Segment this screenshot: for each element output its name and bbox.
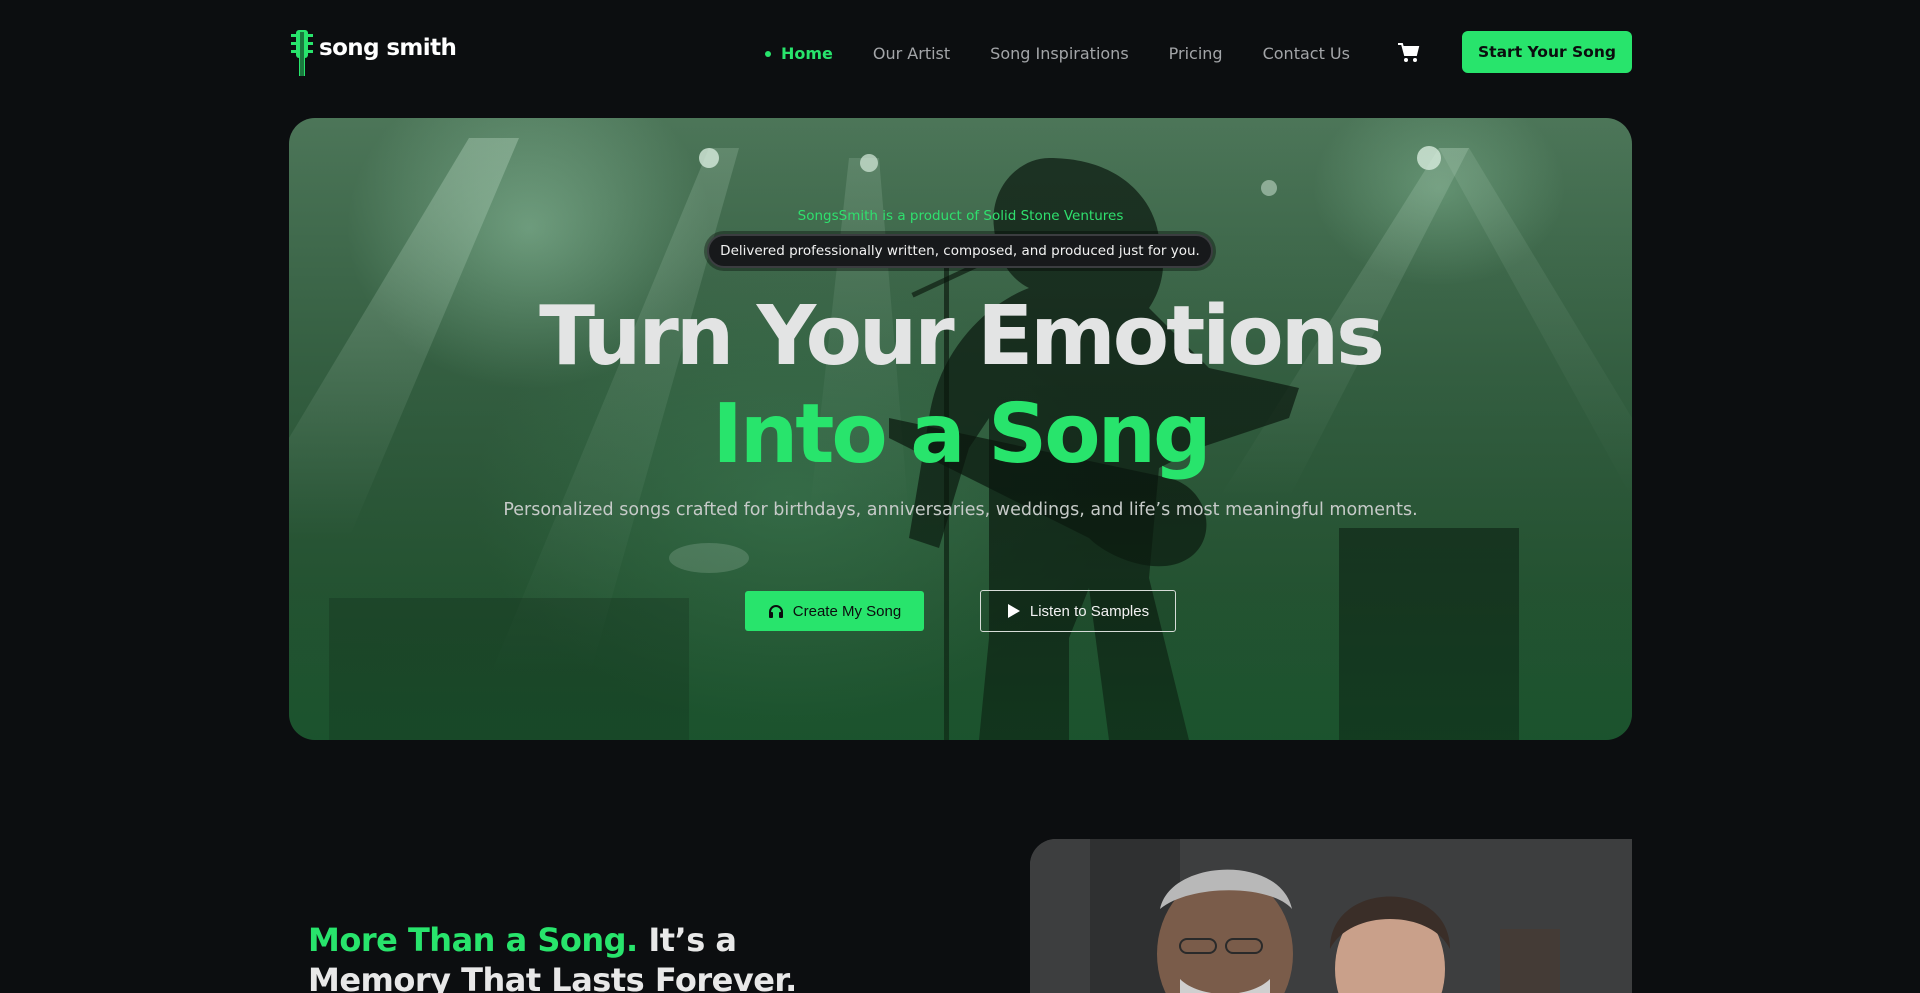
- couple-photo: [1030, 839, 1632, 993]
- create-my-song-button[interactable]: Create My Song: [745, 591, 924, 631]
- brand-name: song smith: [319, 35, 457, 61]
- nav-links: Home Our Artist Song Inspirations Pricin…: [765, 44, 1390, 63]
- memory-section-heading: More Than a Song. It’s a Memory That Las…: [308, 920, 868, 993]
- hero-badge: Delivered professionally written, compos…: [707, 234, 1213, 268]
- memory-heading-accent: More Than a Song.: [308, 921, 638, 959]
- start-your-song-button[interactable]: Start Your Song: [1462, 31, 1632, 73]
- nav-link-contact-us[interactable]: Contact Us: [1263, 44, 1350, 63]
- nav-link-home[interactable]: Home: [765, 44, 833, 63]
- couple-photo-illustration: [1030, 839, 1632, 993]
- play-icon: [1007, 604, 1020, 618]
- cart-icon[interactable]: [1397, 42, 1421, 64]
- hero-subtitle: Personalized songs crafted for birthdays…: [503, 500, 1418, 520]
- hero-banner: SongsSmith is a product of Solid Stone V…: [289, 118, 1632, 740]
- brand-logo[interactable]: song smith: [289, 28, 457, 78]
- nav-link-song-inspirations[interactable]: Song Inspirations: [990, 44, 1129, 63]
- active-dot-icon: [765, 50, 771, 57]
- guitar-headstock-icon: [291, 30, 313, 76]
- listen-to-samples-label: Listen to Samples: [1029, 602, 1150, 620]
- top-navigation: song smith Home Our Artist Song Inspirat…: [289, 28, 1632, 78]
- hero-title-line1: Turn Your Emotions: [539, 289, 1385, 384]
- listen-to-samples-button[interactable]: Listen to Samples: [980, 590, 1176, 632]
- nav-link-label: Home: [781, 44, 833, 63]
- nav-link-pricing[interactable]: Pricing: [1169, 44, 1223, 63]
- create-my-song-label: Create My Song: [792, 602, 902, 620]
- hero-title-line2: Into a Song: [712, 387, 1211, 482]
- headphones-icon: [768, 605, 783, 618]
- nav-link-our-artist[interactable]: Our Artist: [873, 44, 950, 63]
- hero-eyebrow: SongsSmith is a product of Solid Stone V…: [797, 208, 1124, 224]
